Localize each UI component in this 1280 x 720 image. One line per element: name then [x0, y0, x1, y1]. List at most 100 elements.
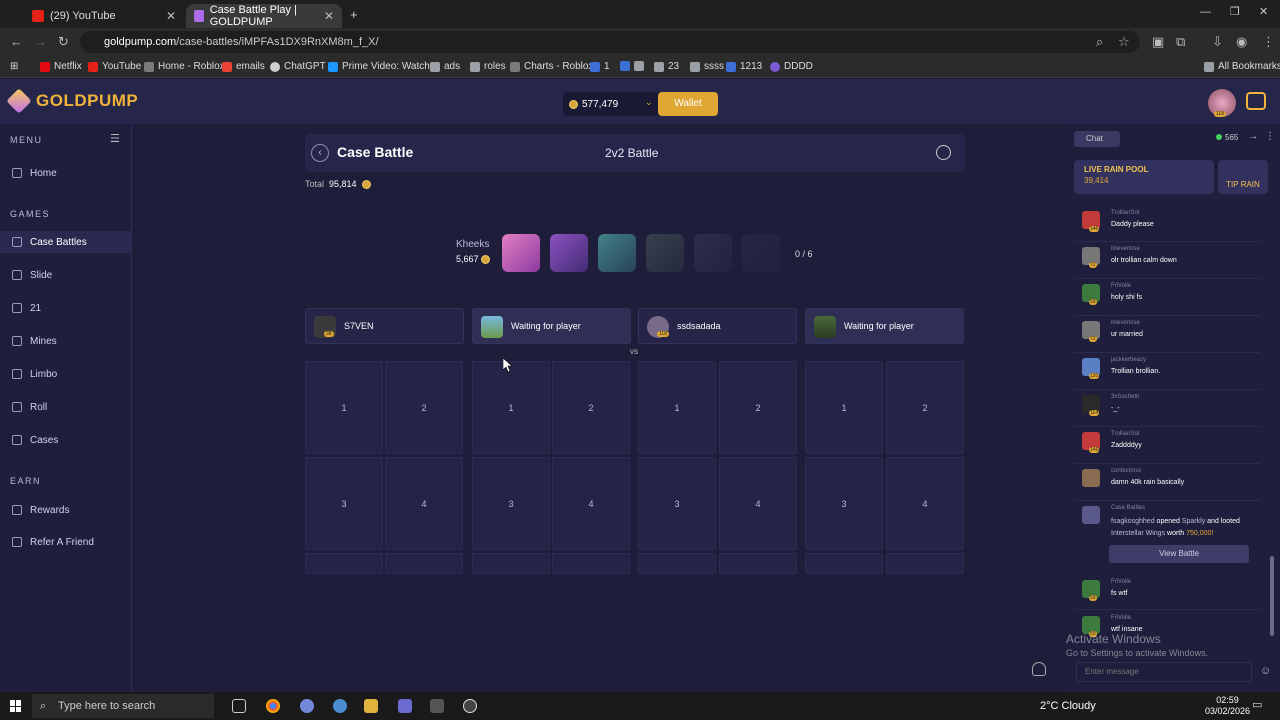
taskbar-search[interactable]: ⌕ Type here to search — [32, 694, 214, 718]
case-5-icon[interactable] — [694, 234, 732, 272]
more-icon[interactable]: ⋮ — [1265, 131, 1275, 142]
case-2-icon[interactable] — [550, 234, 588, 272]
bookmark-roblox[interactable]: Home - Roblox — [144, 61, 225, 72]
task-view-icon[interactable] — [232, 699, 246, 713]
reload-icon[interactable]: ↻ — [58, 34, 69, 50]
forward-icon[interactable]: → — [34, 34, 47, 49]
tab-goldpump[interactable]: Case Battle Play | GOLDPUMP ✕ — [186, 4, 342, 28]
taskbar: ⌕ Type here to search 2°C Cloudy 02:59 0… — [0, 692, 1280, 720]
bookmark-charts[interactable]: Charts - Roblox — [510, 61, 593, 72]
balance-display[interactable]: 577,479 ⌄ — [563, 92, 661, 116]
sidebar-item-cases[interactable]: Cases — [0, 429, 131, 451]
home-icon — [12, 168, 22, 178]
puzzle-icon[interactable]: ⧉ — [1176, 34, 1185, 50]
player-card-3[interactable]: 118 ssdsadada — [638, 308, 797, 344]
chat-scrollbar[interactable] — [1270, 556, 1274, 636]
sidebar-item-roll[interactable]: Roll — [0, 396, 131, 418]
file-explorer-icon[interactable] — [364, 699, 378, 713]
sidebar-item-limbo[interactable]: Limbo — [0, 363, 131, 385]
extension-icon[interactable]: ▣ — [1152, 34, 1164, 50]
bookmark-star-icon[interactable]: ☆ — [1118, 34, 1130, 50]
chat-toggle-icon[interactable] — [1246, 92, 1266, 110]
download-icon[interactable]: ⇩ — [1212, 34, 1223, 50]
emoji-icon[interactable]: ☺ — [1260, 665, 1271, 677]
sidebar-item-21[interactable]: 21 — [0, 297, 131, 319]
taskbar-clock[interactable]: 02:59 03/02/2026 — [1205, 695, 1250, 717]
sidebar-item-refer[interactable]: Refer A Friend — [0, 531, 131, 553]
bookmark-youtube[interactable]: YouTube — [88, 61, 141, 72]
slot-p1-6 — [385, 553, 463, 574]
bookmark-ads[interactable]: ads — [430, 61, 460, 72]
sidebar-item-label: Mines — [30, 335, 57, 347]
view-battle-button[interactable]: View Battle — [1109, 545, 1249, 563]
sidebar-item-home[interactable]: Home — [0, 162, 131, 184]
profile-icon[interactable]: ◉ — [1236, 34, 1247, 50]
all-bookmarks[interactable]: All Bookmarks — [1204, 61, 1280, 72]
tip-rain-button[interactable]: TIP RAIN — [1218, 160, 1268, 194]
sidebar-item-mines[interactable]: Mines — [0, 330, 131, 352]
rain-pool[interactable]: LIVE RAIN POOL 39,414 — [1074, 160, 1214, 194]
case-1-icon[interactable] — [502, 234, 540, 272]
app-icon[interactable] — [430, 699, 444, 713]
bookmark-chatgpt[interactable]: ChatGPT — [270, 61, 326, 72]
app-icon[interactable] — [333, 699, 347, 713]
maximize-icon[interactable]: ❐ — [1230, 5, 1240, 18]
case-4-icon[interactable] — [646, 234, 684, 272]
bookmark-1[interactable]: 1 — [590, 61, 610, 72]
chat-user: ilneverlose — [1111, 246, 1140, 252]
new-tab-icon[interactable]: + — [350, 7, 358, 22]
rain-title: LIVE RAIN POOL — [1084, 165, 1149, 174]
sidebar-item-label: Rewards — [30, 504, 70, 516]
sidebar-item-rewards[interactable]: Rewards — [0, 499, 131, 521]
collapse-menu-icon[interactable]: ☰ — [110, 132, 120, 145]
bookmark-netflix[interactable]: Netflix — [40, 61, 82, 72]
player-card-1[interactable]: 38 S7VEN — [305, 308, 464, 344]
fairness-icon[interactable] — [936, 145, 951, 160]
case-6-icon[interactable] — [742, 234, 780, 272]
bookmark-blank[interactable] — [620, 61, 648, 71]
bookmark-1213[interactable]: 1213 — [726, 61, 762, 72]
bookmark-dddd[interactable]: DDDD — [770, 61, 813, 72]
window-close-icon[interactable]: ✕ — [1259, 5, 1268, 18]
site-logo[interactable]: GOLDPUMP — [6, 88, 138, 114]
sidebar-item-case-battles[interactable]: Case Battles — [0, 231, 131, 253]
slot-p4-6 — [886, 553, 964, 574]
bookmark-roles[interactable]: roles — [470, 61, 506, 72]
system-message: Case Battles fsagkosghhed opened Sparkly… — [1074, 502, 1260, 572]
app-icon[interactable] — [463, 699, 477, 713]
back-icon[interactable]: ← — [10, 34, 23, 49]
player-card-4[interactable]: Waiting for player — [805, 308, 964, 344]
url-input[interactable]: goldpump.com/case-battles/iMPFAs1DX9RnXM… — [80, 31, 1140, 53]
zoom-icon[interactable]: ⌕ — [1096, 34, 1103, 50]
bookmark-emails[interactable]: emails — [222, 61, 265, 72]
wallet-button[interactable]: Wallet — [658, 92, 718, 116]
player-card-2[interactable]: Waiting for player — [472, 308, 631, 344]
app-icon[interactable] — [398, 699, 412, 713]
slot-p3-3: 3 — [638, 457, 716, 550]
headset-icon[interactable] — [1032, 662, 1046, 676]
chat-message: confectmss damn 40k rain basically — [1074, 465, 1260, 501]
arrow-right-icon[interactable]: → — [1248, 131, 1258, 142]
avatar[interactable]: 118 — [1208, 89, 1236, 117]
chrome-icon[interactable] — [266, 699, 280, 713]
chat-tab[interactable]: Chat — [1074, 131, 1120, 147]
windows-start-icon[interactable] — [10, 700, 22, 712]
back-button[interactable]: ‹ — [311, 144, 329, 162]
discord-icon[interactable] — [300, 699, 314, 713]
tab-youtube[interactable]: (29) YouTube ✕ — [24, 4, 184, 28]
bookmark-prime[interactable]: Prime Video: Watch... — [328, 61, 438, 72]
close-icon[interactable]: ✕ — [166, 9, 176, 23]
gift-icon — [12, 505, 22, 515]
sidebar-item-slide[interactable]: Slide — [0, 264, 131, 286]
case-3-icon[interactable] — [598, 234, 636, 272]
minimize-icon[interactable]: — — [1200, 6, 1211, 18]
notification-icon[interactable]: ▭ — [1252, 698, 1262, 711]
chat-input[interactable]: Enter message — [1076, 662, 1252, 682]
bookmark-ssss[interactable]: ssss — [690, 61, 724, 72]
apps-icon[interactable]: ⊞ — [10, 61, 18, 72]
games-section-label: GAMES — [10, 209, 51, 219]
close-icon[interactable]: ✕ — [324, 9, 334, 23]
bookmark-23[interactable]: 23 — [654, 61, 679, 72]
more-icon[interactable]: ⋮ — [1262, 34, 1275, 50]
weather-widget[interactable]: 2°C Cloudy — [1040, 700, 1096, 712]
